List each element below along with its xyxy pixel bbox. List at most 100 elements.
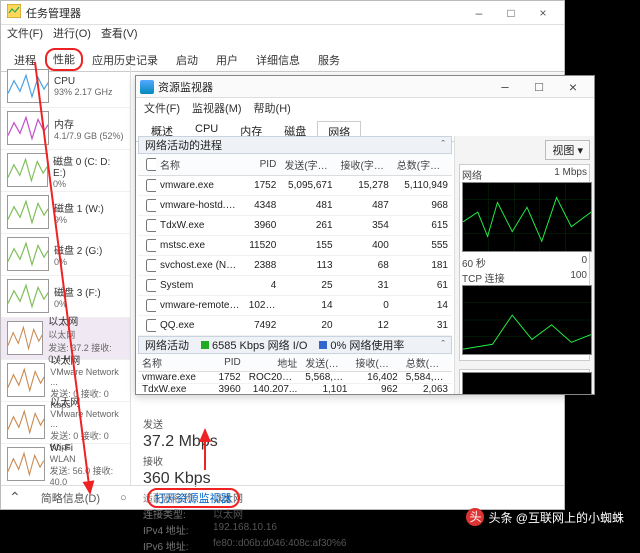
watermark: 头 头条 @互联网上的小蜘蛛	[466, 508, 624, 526]
cell: 1,101	[301, 384, 351, 395]
mini-graph	[7, 111, 49, 145]
col-header[interactable]: 总数(字节...	[402, 354, 452, 372]
mini-graph	[7, 447, 45, 481]
sidebar-item-9[interactable]: Wi-FiWLAN发送: 56.0 接收: 40.0	[1, 444, 130, 485]
rm-title: 资源监视器	[158, 79, 488, 95]
cell: 5,584,712	[402, 372, 452, 384]
sidebar-item-5[interactable]: 磁盘 3 (F:)0%	[1, 276, 130, 318]
select-all-checkbox[interactable]	[146, 158, 156, 171]
cell: TdxW.exe	[138, 384, 213, 395]
row-checkbox[interactable]	[146, 279, 156, 292]
rgraph-tcp-scale: 100	[570, 270, 587, 285]
section-activity-title: 网络活动	[145, 337, 189, 353]
rm-titlebar: 资源监视器 – □ ×	[136, 76, 594, 98]
rm-menu-monitor[interactable]: 监视器(M)	[192, 100, 242, 116]
rgraph-net-scale: 1 Mbps	[554, 167, 587, 182]
table-row[interactable]: mstsc.exe11520155400555	[138, 236, 452, 256]
cell: 400	[337, 236, 393, 256]
tm-menu-view[interactable]: 查看(V)	[101, 25, 138, 45]
table-row[interactable]: vmware.exe1752ROC2012...5,568,31016,4025…	[138, 372, 452, 384]
mini-graph	[7, 195, 49, 229]
taskmgr-icon	[7, 4, 21, 21]
side-name: Wi-Fi	[50, 443, 124, 454]
send-label: 发送	[143, 416, 552, 431]
network-graph	[462, 182, 592, 252]
side-sub: 93% 2.17 GHz	[54, 87, 113, 97]
mini-graph	[7, 237, 49, 271]
rm-left-pane: 网络活动的进程 ˆ 名称PID发送(字节/秒)接收(字节/秒)总数(字节/秒)v…	[136, 136, 454, 394]
tm-max-button[interactable]: □	[496, 4, 526, 22]
rm-close-button[interactable]: ×	[556, 77, 590, 97]
table-row[interactable]: vmware.exe17525,095,67115,2785,110,949	[138, 176, 452, 196]
side-sub: VMware Network ...	[50, 367, 124, 387]
tm-close-button[interactable]: ×	[528, 4, 558, 22]
col-header[interactable]: 地址	[245, 354, 302, 372]
section-activity-header[interactable]: 网络活动 6585 Kbps 网络 I/O 0% 网络使用率 ˆ	[138, 336, 452, 354]
tm-min-button[interactable]: –	[464, 4, 494, 22]
resource-monitor-window: 资源监视器 – □ × 文件(F) 监视器(M) 帮助(H) 概述 CPU 内存…	[135, 75, 595, 395]
simple-view-link[interactable]: 简略信息(D)	[41, 490, 100, 506]
sidebar-item-2[interactable]: 磁盘 0 (C: D: E:)0%	[1, 150, 130, 192]
table-row[interactable]: TdxW.exe3960140.207...1,1019622,063	[138, 384, 452, 395]
row-checkbox[interactable]	[146, 179, 156, 192]
row-checkbox[interactable]	[146, 219, 156, 232]
rm-min-button[interactable]: –	[488, 77, 522, 97]
section-processes-header[interactable]: 网络活动的进程 ˆ	[138, 136, 452, 154]
view-button[interactable]: 视图 ▾	[545, 140, 590, 160]
cell: 0	[337, 296, 393, 316]
col-header[interactable]: PID	[245, 154, 281, 176]
side-name: 以太网	[48, 313, 124, 328]
cell: 16,402	[352, 372, 402, 384]
cell: vmware-hostd.exe	[156, 196, 245, 216]
cell: 3960	[213, 384, 244, 395]
tm-menu-options[interactable]: 进行(O)	[53, 25, 91, 45]
side-name: 磁盘 2 (G:)	[54, 242, 102, 257]
row-checkbox[interactable]	[146, 259, 156, 272]
tm-menu-file[interactable]: 文件(F)	[7, 25, 43, 45]
open-resmon-link[interactable]: 打开资源监视器	[147, 488, 240, 508]
cell: 487	[337, 196, 393, 216]
col-header[interactable]: 名称	[156, 154, 245, 176]
cell: 1752	[213, 372, 244, 384]
row-checkbox[interactable]	[146, 299, 156, 312]
col-header[interactable]: 总数(字节/秒)	[393, 154, 452, 176]
chevron-up-icon[interactable]: ˆ	[441, 139, 445, 151]
cell: 3960	[245, 216, 281, 236]
col-header[interactable]: 发送(字节...	[301, 354, 351, 372]
rm-menu-help[interactable]: 帮助(H)	[254, 100, 291, 116]
col-header[interactable]: 发送(字节/秒)	[280, 154, 336, 176]
sidebar-item-3[interactable]: 磁盘 1 (W:)9%	[1, 192, 130, 234]
col-header[interactable]: 接收(字节...	[352, 354, 402, 372]
rm-menu-file[interactable]: 文件(F)	[144, 100, 180, 116]
table-row[interactable]: System4253161	[138, 276, 452, 296]
cell: 14	[280, 296, 336, 316]
row-checkbox[interactable]	[146, 199, 156, 212]
tm-titlebar: 任务管理器 – □ ×	[1, 1, 564, 25]
cell: 5,568,310	[301, 372, 351, 384]
mini-graph	[7, 153, 48, 187]
cell: 5,095,671	[280, 176, 336, 196]
col-header[interactable]: 名称	[138, 354, 213, 372]
row-checkbox[interactable]	[146, 239, 156, 252]
sidebar-item-4[interactable]: 磁盘 2 (G:)0%	[1, 234, 130, 276]
table-row[interactable]: svchost.exe (NetworkServic.238811368181	[138, 256, 452, 276]
mini-graph	[7, 405, 45, 439]
row-checkbox[interactable]	[146, 319, 156, 332]
cell: 10264	[245, 296, 281, 316]
side-sub: 0%	[54, 299, 101, 309]
sidebar-item-1[interactable]: 内存4.1/7.9 GB (52%)	[1, 108, 130, 150]
sidebar-item-8[interactable]: 以太网VMware Network ...发送: 0 接收: 0 Kbps	[1, 402, 130, 444]
watermark-icon: 头	[466, 508, 484, 526]
col-header[interactable]: PID	[213, 354, 244, 372]
rm-max-button[interactable]: □	[522, 77, 556, 97]
table-row[interactable]: TdxW.exe3960261354615	[138, 216, 452, 236]
table-row[interactable]: QQ.exe7492201231	[138, 316, 452, 336]
cell: 181	[393, 256, 452, 276]
table-row[interactable]: vmware-remotemks.exe1026414014	[138, 296, 452, 316]
col-header[interactable]: 接收(字节/秒)	[337, 154, 393, 176]
sidebar-item-0[interactable]: CPU93% 2.17 GHz	[1, 66, 130, 108]
chevron-up-icon[interactable]: ˆ	[441, 339, 445, 351]
section-processes-title: 网络活动的进程	[145, 137, 222, 153]
table-row[interactable]: vmware-hostd.exe4348481487968	[138, 196, 452, 216]
collapse-arrow-icon[interactable]: ⌃	[9, 489, 21, 506]
